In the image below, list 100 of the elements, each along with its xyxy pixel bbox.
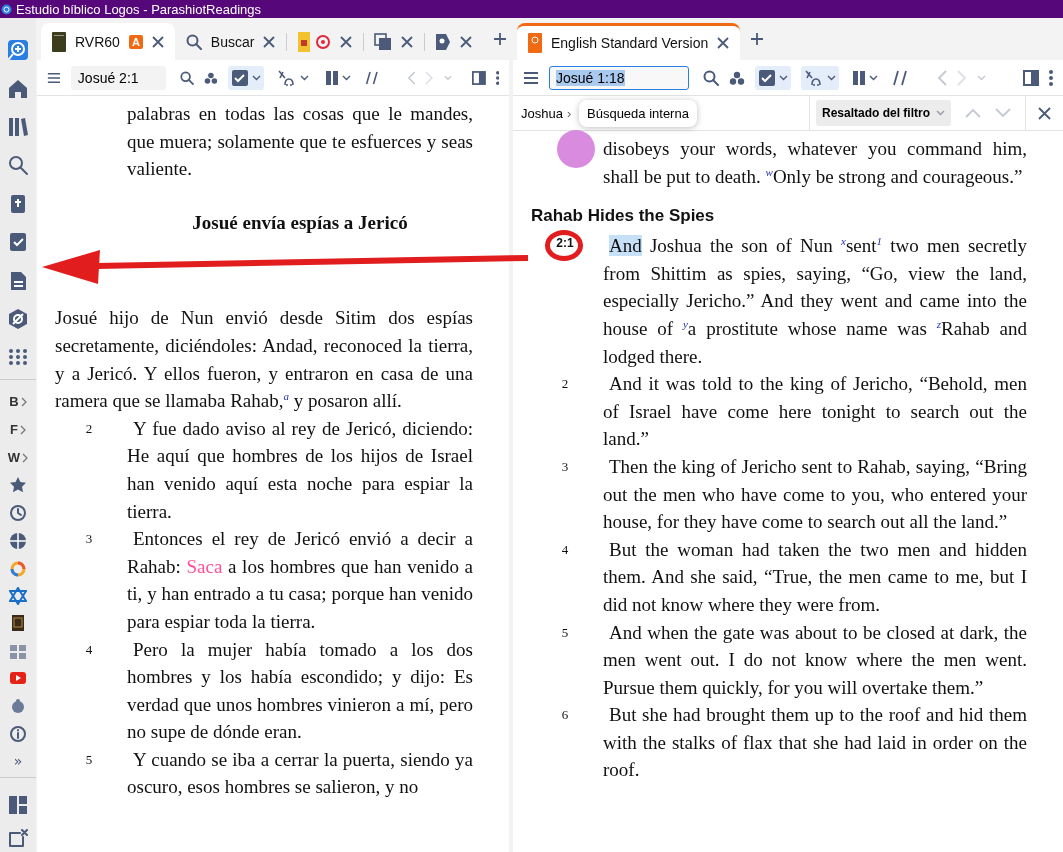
close-icon[interactable] (1038, 106, 1051, 120)
parallel-icon[interactable] (891, 69, 909, 86)
verse-number[interactable]: 2 (85, 420, 93, 436)
verse-text: But she had brought them up to the roof and hid them with the stalks of flax that she had laid in order on the roof. (603, 703, 1027, 783)
close-icon[interactable] (460, 35, 473, 48)
hexagram-icon[interactable] (9, 586, 27, 605)
globe-icon[interactable] (9, 531, 27, 550)
verse-number[interactable]: 5 (561, 624, 569, 640)
tag-icon (435, 32, 452, 51)
app-icon (1, 3, 12, 15)
history-icon[interactable] (9, 504, 27, 522)
home-icon[interactable] (7, 77, 29, 100)
verse-text: And it was told to the king of Jericho, “Behold, men of Israel have come here tonight to search out the land.” (603, 372, 1027, 452)
interlinear-button[interactable] (801, 65, 839, 90)
sidebar-letter[interactable]: B (9, 394, 19, 410)
more-button[interactable]: » (13, 753, 23, 770)
dots-cluster-icon[interactable] (729, 70, 745, 85)
columns-icon[interactable] (852, 69, 866, 86)
section-heading: Rahab Hides the Spies (531, 206, 716, 227)
sidebar-letter[interactable]: W (7, 450, 21, 466)
new-tab-icon[interactable] (493, 32, 508, 46)
close-icon[interactable] (717, 37, 730, 49)
caret-down-icon[interactable] (300, 74, 309, 81)
split-view-icon[interactable] (471, 69, 486, 86)
verse-text: Josué hijo de Nun envió desde Sitim dos espías secretamente, diciéndoles: Andad, reconoced la tierra, y a Jericó. Y ellos fueron, y entraron en casa de una ramera que se llamaba Rahab,$^{a}$ y posaron allí. (55, 306, 473, 414)
more-options-icon[interactable] (1049, 69, 1053, 86)
verse-number[interactable]: 4 (561, 541, 569, 557)
interlinear-icon (277, 68, 297, 87)
tab[interactable]: English Standard Version (517, 23, 741, 60)
visual-filter-button[interactable] (228, 65, 264, 90)
shield-icon[interactable] (7, 308, 29, 331)
verse-number[interactable]: 4 (85, 641, 93, 657)
search-icon[interactable] (703, 69, 719, 86)
close-icon[interactable] (263, 35, 276, 48)
menu-icon[interactable] (47, 70, 61, 85)
window-title: Estudio bíblico Logos - ParashiotReadings (16, 1, 261, 17)
search-icon (185, 33, 202, 50)
book-icon (52, 31, 66, 52)
verse-text: disobeys your words, whatever you command him, shall be put to death. $^{w}$Only be strong and courageous.” (603, 137, 1027, 189)
verse-text: Y fue dado aviso al rey de Jericó, diciendo: He aquí que hombres de los hijos de Israel han venido aquí esta noche para espiar la tierra. (127, 416, 473, 524)
split-view-icon[interactable] (1023, 69, 1039, 86)
caret-down-icon[interactable] (342, 74, 351, 81)
verse-number[interactable]: 6 (561, 707, 569, 723)
search-icon[interactable] (180, 69, 195, 86)
dots-cluster-icon[interactable] (204, 70, 218, 85)
caret-down-icon[interactable] (827, 74, 836, 81)
book-target-icon (297, 31, 332, 52)
verse-text: palabras en todas las cosas que le mandes, que muera; solamente que te esfuerces y seas valiente. (127, 102, 473, 182)
verse-number[interactable]: 3 (85, 531, 93, 547)
section-heading: Josué envía espías a Jericó (191, 210, 409, 235)
close-icon[interactable] (401, 35, 414, 48)
verse-number[interactable]: 2:1 (556, 236, 574, 251)
tab-badge: A (128, 34, 143, 49)
tooltip: Búsqueda interna (579, 100, 697, 127)
breadcrumb-separator: › (566, 105, 572, 121)
new-tab-icon[interactable] (750, 32, 765, 46)
caret-down-icon[interactable] (869, 74, 878, 81)
breadcrumb[interactable]: Joshua (513, 105, 563, 121)
library-icon[interactable] (7, 116, 29, 138)
chevron-right-icon (22, 452, 29, 463)
colorful-ring-icon[interactable] (9, 559, 27, 578)
verse-text: But the woman had taken the two men and hidden them. And she said, “True, the men came to me, but I did not know where they were from. (603, 537, 1027, 617)
caret-down-icon[interactable] (252, 74, 261, 81)
search-icon[interactable] (7, 154, 29, 177)
chevron-right-icon (19, 424, 26, 435)
popout-icon[interactable] (8, 829, 28, 848)
parallel-icon[interactable] (364, 69, 380, 86)
filter-highlight-dropdown[interactable]: Resaltado del filtro (815, 100, 951, 126)
checklist-icon[interactable] (7, 231, 29, 254)
tab[interactable]: Buscar (174, 23, 287, 60)
menu-icon[interactable] (523, 70, 539, 85)
verse-text: And Joshua the son of Nun $^{x}$sent$^{1}$ two men secretly from Shittim as spies, saying, “Go, view the land, especially Jericho.” And they went and came into the house of $^{y}$a prostitute whose name was $^{z}$Rahab and lodged there. (603, 233, 1027, 369)
tab[interactable]: RVR60 A (41, 23, 175, 60)
verse-number[interactable]: 2 (561, 376, 569, 392)
caret-down-icon (936, 110, 945, 116)
reference-field[interactable]: Josué 2:1 (70, 65, 167, 90)
logos-search-icon[interactable] (7, 39, 29, 62)
caret-down-icon[interactable] (779, 74, 788, 81)
book-check-icon (758, 68, 776, 87)
more-options-icon[interactable] (495, 69, 499, 86)
star-icon[interactable] (9, 476, 27, 495)
verse-text: Entonces el rey de Jericó envió a decir a Rahab: Saca a los hombres que han venido a ti, y han entrado a tu casa; porque han venido para espiar toda la tierra. (127, 527, 473, 634)
dark-book-icon[interactable] (9, 614, 27, 633)
chevron-right-icon (20, 396, 27, 407)
close-icon[interactable] (151, 35, 164, 48)
layout-icon[interactable] (8, 795, 28, 816)
interlinear-icon (804, 68, 824, 87)
visual-filter-button[interactable] (755, 65, 791, 90)
close-icon[interactable] (340, 35, 353, 48)
verse-text: Then the king of Jericho sent to Rahab, saying, “Bring out the men who have come to you, who entered your house, for they have come to search out all the land.” (603, 454, 1027, 535)
book-check-icon (231, 68, 249, 87)
verse-text: Y cuando se iba a cerrar la puerta, siendo ya oscuro, esos hombres se salieron, y no (127, 747, 473, 800)
verse-number[interactable]: 3 (561, 458, 569, 474)
columns-icon[interactable] (325, 69, 339, 86)
reference-field[interactable]: Josué 1:18 (549, 65, 689, 90)
verse-text: And when the gate was about to be closed at dark, the men went out. I do not know where the men went. Pursue them quickly, for you will overtake them.” (603, 620, 1027, 700)
verse-number[interactable]: 5 (85, 751, 93, 767)
verse-text: Pero la mujer había tomado a los dos hombres y los había escondido; y dijo: Es verdad que unos hombres vinieron a mí, pero no supe de dónde eran. (127, 637, 473, 745)
info-icon[interactable] (9, 724, 27, 743)
sidebar-letter[interactable]: F (10, 422, 18, 438)
